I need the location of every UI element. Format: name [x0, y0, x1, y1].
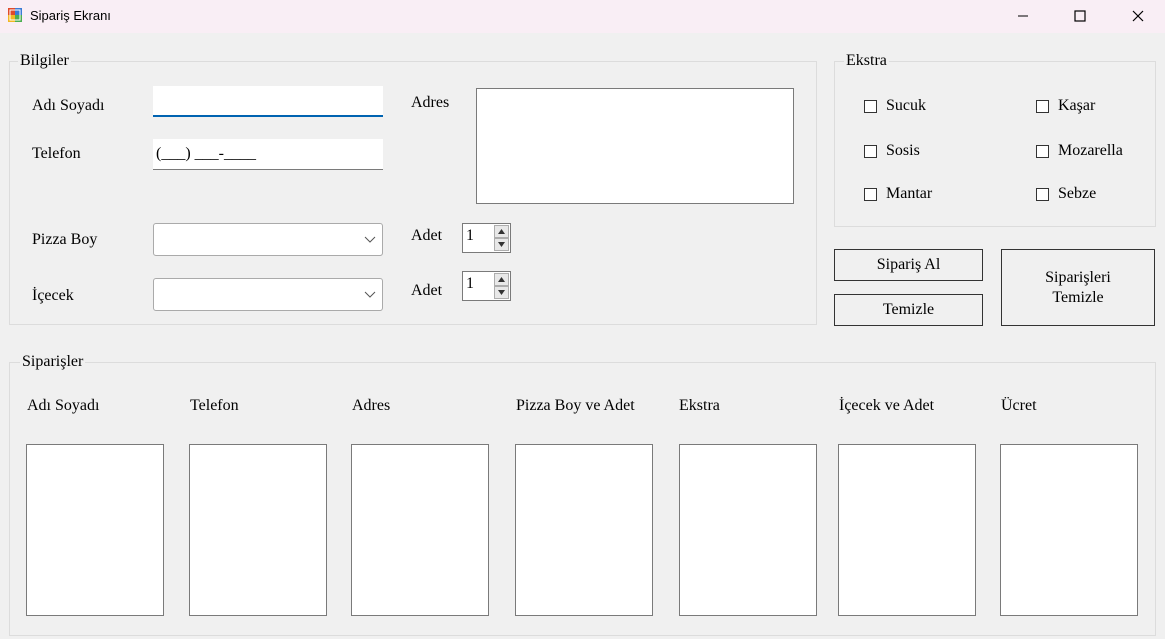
- checkbox-label: Sosis: [886, 142, 920, 159]
- chevron-down-icon: [364, 291, 376, 298]
- arrow-up-icon: [498, 229, 505, 234]
- minimize-icon: [1018, 15, 1028, 17]
- address-label: Adres: [411, 94, 450, 111]
- chevron-down-icon: [364, 236, 376, 243]
- maximize-icon: [1074, 10, 1086, 22]
- drink-dropdown[interactable]: [153, 278, 383, 311]
- checkbox-label: Kaşar: [1058, 97, 1096, 114]
- close-icon: [1132, 10, 1144, 22]
- checkbox-mantar[interactable]: Mantar: [864, 185, 932, 203]
- checkbox-kasar[interactable]: Kaşar: [1036, 97, 1095, 115]
- drink-qty-label: Adet: [411, 282, 443, 299]
- phone-input[interactable]: (___) ___-____: [153, 139, 383, 170]
- column-header-address: Adres: [352, 397, 391, 414]
- extra-listbox[interactable]: [679, 444, 817, 616]
- clear-orders-button[interactable]: Siparişleri Temizle: [1001, 249, 1155, 326]
- maximize-button[interactable]: [1057, 0, 1103, 32]
- pizza-qty-stepper[interactable]: 1: [462, 223, 511, 253]
- ekstra-group-title: Ekstra: [844, 52, 889, 70]
- checkbox-box[interactable]: [1036, 99, 1049, 113]
- arrow-down-icon: [498, 242, 505, 247]
- pizza-listbox[interactable]: [515, 444, 653, 616]
- column-header-extra: Ekstra: [679, 397, 720, 414]
- checkbox-sosis[interactable]: Sosis: [864, 142, 920, 160]
- column-header-drink: İçecek ve Adet: [839, 397, 935, 414]
- siparisler-group-title: Siparişler: [20, 353, 86, 371]
- checkbox-box[interactable]: [1036, 144, 1049, 158]
- checkbox-label: Sucuk: [886, 97, 926, 114]
- pizza-qty-down-button[interactable]: [494, 238, 509, 251]
- pizza-size-label: Pizza Boy: [32, 231, 98, 248]
- order-button[interactable]: Sipariş Al: [834, 249, 983, 281]
- address-textarea[interactable]: [476, 88, 794, 204]
- checkbox-mozarella[interactable]: Mozarella: [1036, 142, 1123, 160]
- clear-button[interactable]: Temizle: [834, 294, 983, 326]
- arrow-down-icon: [498, 290, 505, 295]
- drink-qty-value: 1: [466, 275, 474, 292]
- checkbox-label: Mantar: [886, 185, 933, 202]
- pizza-qty-value: 1: [466, 227, 474, 244]
- phone-label: Telefon: [32, 145, 81, 162]
- close-button[interactable]: [1115, 0, 1161, 32]
- column-header-phone: Telefon: [190, 397, 239, 414]
- checkbox-sebze[interactable]: Sebze: [1036, 185, 1096, 203]
- phone-listbox[interactable]: [189, 444, 327, 616]
- column-header-pizza: Pizza Boy ve Adet: [516, 397, 635, 414]
- checkbox-box[interactable]: [864, 99, 877, 113]
- checkbox-box[interactable]: [1036, 187, 1049, 201]
- address-listbox[interactable]: [351, 444, 489, 616]
- drink-qty-stepper[interactable]: 1: [462, 271, 511, 301]
- bilgiler-group-title: Bilgiler: [18, 52, 71, 70]
- name-listbox[interactable]: [26, 444, 164, 616]
- drink-qty-up-button[interactable]: [494, 273, 509, 286]
- name-input[interactable]: [153, 86, 383, 117]
- minimize-button[interactable]: [1000, 0, 1046, 32]
- drink-label: İçecek: [32, 287, 74, 304]
- column-header-name: Adı Soyadı: [27, 397, 100, 414]
- phone-mask: (___) ___-____: [156, 145, 256, 162]
- checkbox-box[interactable]: [864, 144, 877, 158]
- price-listbox[interactable]: [1000, 444, 1138, 616]
- column-header-price: Ücret: [1001, 397, 1037, 414]
- name-label: Adı Soyadı: [32, 97, 105, 114]
- checkbox-label: Mozarella: [1058, 142, 1123, 159]
- title-bar: Sipariş Ekranı: [0, 0, 1165, 33]
- checkbox-box[interactable]: [864, 187, 877, 201]
- drink-qty-down-button[interactable]: [494, 286, 509, 299]
- arrow-up-icon: [498, 277, 505, 282]
- pizza-size-dropdown[interactable]: [153, 223, 383, 256]
- pizza-qty-label: Adet: [411, 227, 443, 244]
- pizza-qty-up-button[interactable]: [494, 225, 509, 238]
- checkbox-sucuk[interactable]: Sucuk: [864, 97, 926, 115]
- drink-listbox[interactable]: [838, 444, 976, 616]
- checkbox-label: Sebze: [1058, 185, 1097, 202]
- window-title: Sipariş Ekranı: [30, 8, 111, 23]
- app-icon: [8, 8, 22, 22]
